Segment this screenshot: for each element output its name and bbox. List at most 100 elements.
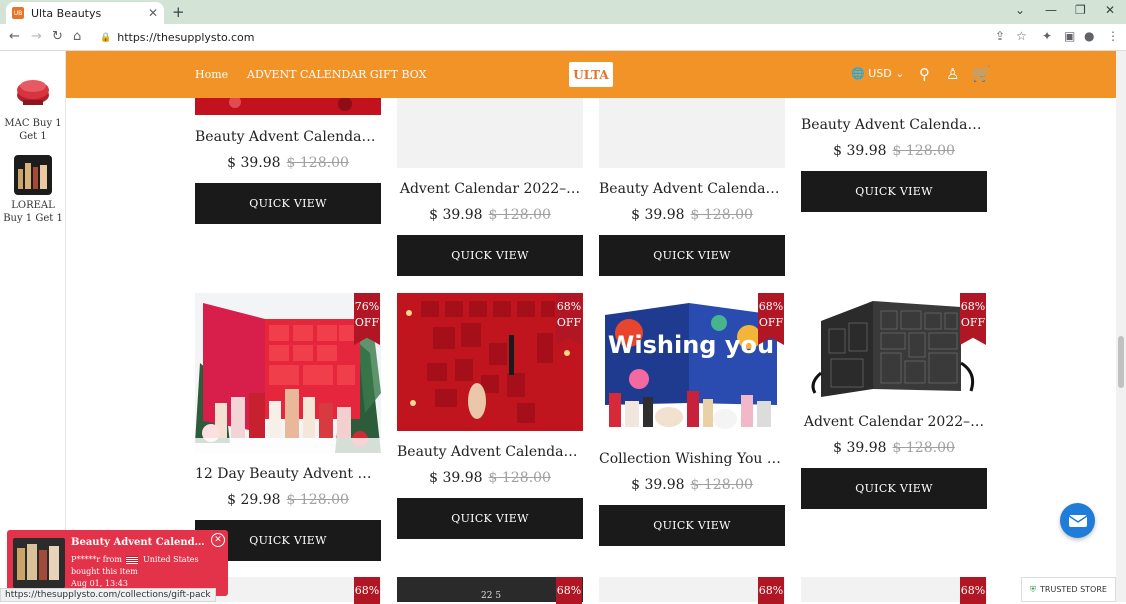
product-image[interactable] [195, 293, 381, 453]
product-image-numbers: 22 5 [481, 591, 502, 601]
product-name[interactable]: Advent Calendar 2022–… [801, 414, 987, 430]
home-icon[interactable]: ⌂ [73, 29, 81, 44]
globe-icon: 🌐 [851, 67, 865, 80]
window-close-icon[interactable]: ✕ [1105, 3, 1115, 17]
lock-icon: 🔒 [100, 32, 112, 43]
original-price: $ 128.00 [690, 477, 753, 493]
side-panel-icon[interactable]: ▣ [1064, 29, 1075, 43]
address-bar: ← → ↻ ⌂ 🔒 https://thesupplysto.com ⇪ ☆ ✦… [0, 24, 1126, 51]
product-image[interactable]: Wishing you [599, 293, 785, 439]
cart-icon[interactable]: 🛒 [972, 65, 991, 83]
sidebar-item-label: MAC Buy 1 Get 1 [4, 118, 62, 142]
url-text: https://thesupplysto.com [117, 31, 255, 44]
restore-icon[interactable]: ❐ [1075, 3, 1086, 17]
product-price: $ 39.98 $ 128.00 [801, 143, 987, 159]
original-price: $ 128.00 [892, 143, 955, 159]
discount-percent: 68% [758, 300, 784, 313]
product-price: $ 39.98 $ 128.00 [195, 155, 381, 171]
original-price: $ 128.00 [488, 470, 551, 486]
browser-tab[interactable]: UB Ulta Beautys ✕ [6, 2, 164, 24]
product-name[interactable]: Advent Calendar 2022–… [397, 181, 583, 197]
original-price: $ 128.00 [286, 492, 349, 508]
ulta-logo[interactable]: ULTA [569, 62, 613, 87]
discount-percent: 76% [354, 300, 380, 313]
trusted-store-badge[interactable]: ⛨ TRUSTED STORE [1021, 577, 1116, 602]
product-name[interactable]: Beauty Advent Calendar 2022–… [195, 129, 381, 145]
quick-view-button[interactable]: QUICK VIEW [599, 235, 785, 276]
product-price: $ 39.98 $ 128.00 [599, 207, 785, 223]
status-bar-url: https://thesupplysto.com/collections/gif… [0, 588, 216, 602]
original-price: $ 128.00 [286, 155, 349, 171]
discount-badge: 76% OFF [354, 293, 380, 345]
product-image[interactable] [599, 98, 785, 168]
url-field[interactable]: 🔒 https://thesupplysto.com [92, 27, 1040, 48]
close-tab-icon[interactable]: ✕ [148, 6, 158, 20]
original-price: $ 128.00 [488, 207, 551, 223]
promo-sidebar: MAC Buy 1 Get 1 LOREAL Buy 1 Get 1 [0, 51, 66, 602]
discount-badge: 68% [556, 577, 582, 604]
tab-search-icon[interactable]: ⌄ [1015, 3, 1025, 17]
sale-price: $ 39.98 [631, 207, 685, 223]
popup-title[interactable]: Beauty Advent Calendar 2022 –… [71, 537, 207, 548]
product-name[interactable]: Collection Wishing You Adven… [599, 451, 785, 467]
product-price: $ 39.98 $ 128.00 [801, 440, 987, 456]
original-price: $ 128.00 [690, 207, 753, 223]
quick-view-button[interactable]: QUICK VIEW [801, 171, 987, 212]
sale-price: $ 39.98 [833, 440, 887, 456]
product-image[interactable] [195, 98, 381, 115]
product-price: $ 39.98 $ 128.00 [599, 477, 785, 493]
recent-purchase-popup[interactable]: Beauty Advent Calendar 2022 –… P*****r f… [7, 530, 228, 596]
back-icon[interactable]: ← [9, 29, 20, 44]
minimize-icon[interactable]: — [1045, 3, 1057, 17]
wishing-you-artwork: Wishing you [608, 331, 774, 359]
contact-mail-button[interactable] [1060, 503, 1095, 538]
discount-off-label: OFF [354, 316, 380, 329]
sale-price: $ 39.98 [833, 143, 887, 159]
product-price: $ 29.98 $ 128.00 [195, 492, 381, 508]
popup-product-image [13, 538, 65, 588]
quick-view-button[interactable]: QUICK VIEW [195, 183, 381, 224]
product-name[interactable]: Beauty Advent Calendar 2022–… [599, 181, 785, 197]
quick-view-button[interactable]: QUICK VIEW [801, 468, 987, 509]
quick-view-button[interactable]: QUICK VIEW [397, 498, 583, 539]
logo-text: ULTA [573, 67, 609, 82]
menu-icon[interactable]: ⋮ [1107, 29, 1119, 43]
sidebar-item-mac[interactable]: MAC Buy 1 Get 1 [0, 73, 66, 143]
sidebar-item-loreal[interactable]: LOREAL Buy 1 Get 1 [0, 155, 66, 225]
product-image[interactable] [397, 293, 583, 431]
product-image[interactable] [801, 293, 987, 403]
product-image[interactable] [801, 98, 987, 104]
mail-icon [1068, 514, 1087, 527]
sale-price: $ 39.98 [631, 477, 685, 493]
currency-selector[interactable]: 🌐 USD ⌄ [851, 67, 904, 80]
quick-view-button[interactable]: QUICK VIEW [599, 505, 785, 546]
forward-icon[interactable]: → [31, 29, 42, 44]
discount-badge: 68% [354, 577, 380, 604]
nav-advent-calendar-link[interactable]: ADVENT CALENDAR GIFT BOX [247, 68, 426, 81]
quick-view-button[interactable]: QUICK VIEW [397, 235, 583, 276]
product-name[interactable]: 12 Day Beauty Advent Calenda… [195, 466, 381, 482]
product-image[interactable] [397, 98, 583, 168]
chevron-down-icon: ⌄ [895, 67, 905, 80]
bookmark-star-icon[interactable]: ☆ [1016, 29, 1027, 43]
product-name[interactable]: Beauty Advent Calendar 2022–… [801, 117, 987, 133]
trusted-store-label: TRUSTED STORE [1040, 585, 1107, 594]
new-tab-icon[interactable]: + [172, 3, 185, 21]
sidebar-item-label: LOREAL Buy 1 Get 1 [3, 200, 63, 224]
discount-badge: 68% OFF [960, 293, 986, 345]
scrollbar-thumb[interactable] [1118, 336, 1124, 388]
product-name[interactable]: Beauty Advent Calendar 2022–… [397, 444, 583, 460]
popup-close-icon[interactable]: ✕ [211, 533, 225, 547]
reload-icon[interactable]: ↻ [52, 29, 63, 44]
extensions-icon[interactable]: ✦ [1042, 29, 1052, 43]
loreal-product-image [14, 155, 52, 195]
discount-off-label: OFF [960, 316, 986, 329]
search-icon[interactable]: ⚲ [919, 65, 930, 83]
nav-home-link[interactable]: Home [195, 68, 228, 81]
profile-icon[interactable]: ● [1084, 29, 1094, 43]
page-scrollbar[interactable] [1116, 51, 1126, 602]
popup-buyer: P*****r from [71, 555, 122, 564]
share-icon[interactable]: ⇪ [995, 29, 1005, 43]
site-header: Home ADVENT CALENDAR GIFT BOX ULTA 🌐 USD… [66, 51, 1116, 98]
account-icon[interactable]: ♙ [946, 65, 959, 83]
